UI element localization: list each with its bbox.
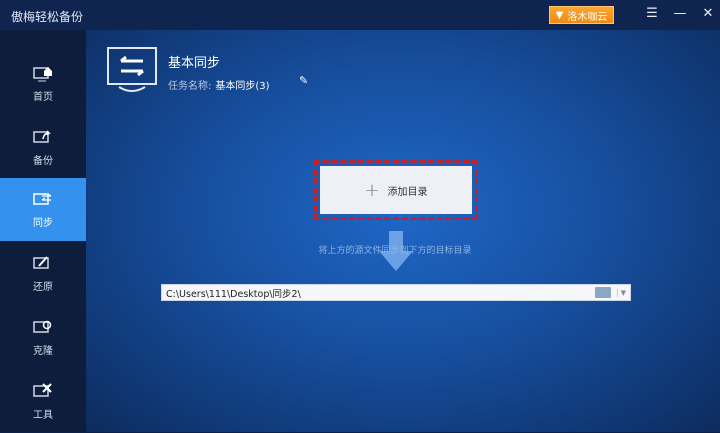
nav-label: 克隆 bbox=[33, 345, 53, 357]
restore-icon bbox=[33, 255, 49, 269]
tools-icon bbox=[33, 382, 52, 397]
plus-icon: + bbox=[364, 179, 380, 201]
page-title: 基本同步 bbox=[168, 56, 221, 71]
close-button[interactable]: ✕ bbox=[699, 6, 717, 21]
nav-label: 首页 bbox=[33, 91, 53, 103]
nav-label: 同步 bbox=[33, 217, 53, 229]
vip-label: 洛木咖云 bbox=[567, 11, 608, 23]
clone-icon bbox=[33, 320, 52, 333]
vip-button[interactable]: ▼ 洛木咖云 bbox=[549, 6, 614, 24]
app-title: 傲梅轻松备份 bbox=[11, 10, 84, 24]
minimize-button[interactable]: — bbox=[671, 6, 689, 21]
diamond-icon: ▼ bbox=[555, 9, 564, 21]
sidebar-item-restore[interactable]: 还原 bbox=[0, 242, 86, 305]
sidebar-item-tools[interactable]: 工具 bbox=[0, 370, 86, 433]
folder-icon[interactable] bbox=[594, 287, 611, 298]
sidebar-item-sync[interactable]: 同步 bbox=[0, 178, 86, 241]
sidebar-item-clone[interactable]: 克隆 bbox=[0, 306, 86, 369]
sidebar-item-home[interactable]: 首页 bbox=[0, 52, 86, 115]
edit-pencil-icon[interactable]: ✎ bbox=[299, 74, 308, 87]
title-bar: 傲梅轻松备份 ▼ 洛木咖云 ☰ — ✕ bbox=[0, 0, 720, 30]
destination-path-field[interactable]: C:\Users\111\Desktop\同步2\ ▼ bbox=[161, 284, 631, 301]
home-icon bbox=[33, 66, 52, 81]
task-name: 基本同步(3) bbox=[215, 81, 270, 92]
chevron-down-icon[interactable]: ▼ bbox=[616, 288, 626, 297]
sync-monitor-icon bbox=[107, 47, 157, 92]
task-name-row: 任务名称: 基本同步(3) bbox=[168, 77, 270, 92]
add-directory-highlight: + 添加目录 bbox=[314, 160, 478, 220]
sidebar: 首页 备份 同步 还原 克隆 工具 bbox=[0, 30, 86, 432]
add-directory-button[interactable]: + 添加目录 bbox=[320, 166, 472, 214]
nav-label: 还原 bbox=[33, 281, 53, 293]
sync-icon bbox=[33, 192, 52, 205]
sync-hint: 将上方的源文件同步到下方的目标目录 bbox=[318, 246, 472, 256]
nav-label: 备份 bbox=[33, 155, 53, 167]
menu-icon[interactable]: ☰ bbox=[643, 6, 661, 21]
nav-label: 工具 bbox=[33, 409, 53, 421]
task-label: 任务名称: bbox=[168, 81, 212, 92]
sidebar-item-backup[interactable]: 备份 bbox=[0, 116, 86, 179]
backup-icon bbox=[33, 129, 51, 143]
add-directory-label: 添加目录 bbox=[387, 186, 428, 198]
destination-path: C:\Users\111\Desktop\同步2\ bbox=[166, 288, 301, 300]
